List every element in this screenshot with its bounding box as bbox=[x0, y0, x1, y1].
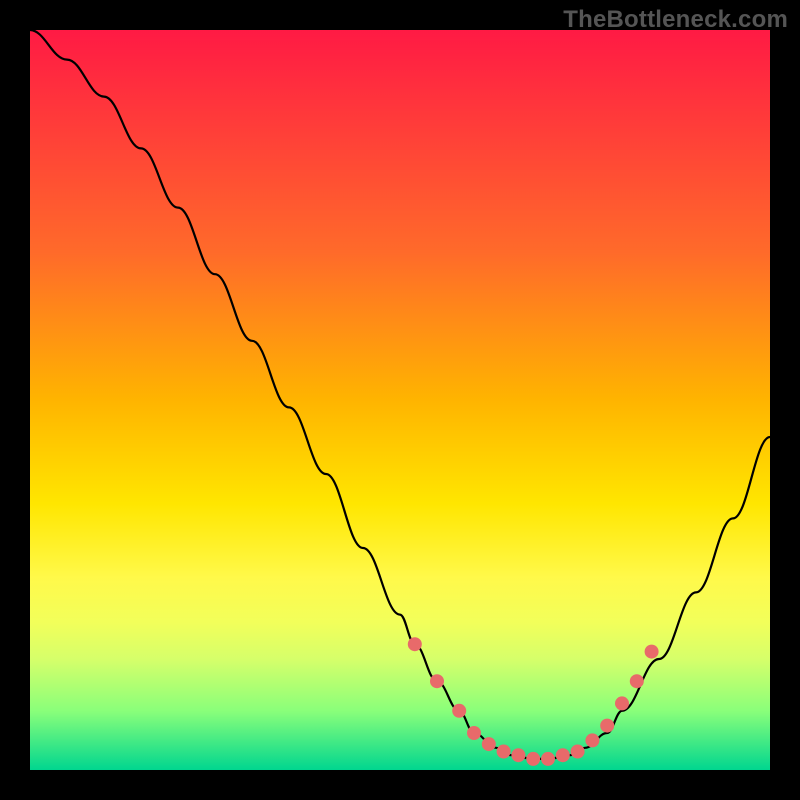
bottleneck-curve bbox=[30, 30, 770, 759]
highlight-marker bbox=[408, 637, 422, 651]
highlight-markers bbox=[408, 637, 659, 766]
highlight-marker bbox=[600, 719, 614, 733]
highlight-marker bbox=[497, 745, 511, 759]
highlight-marker bbox=[571, 745, 585, 759]
highlight-marker bbox=[645, 645, 659, 659]
highlight-marker bbox=[630, 674, 644, 688]
chart-container: TheBottleneck.com bbox=[0, 0, 800, 800]
highlight-marker bbox=[526, 752, 540, 766]
highlight-marker bbox=[430, 674, 444, 688]
highlight-marker bbox=[585, 733, 599, 747]
highlight-marker bbox=[615, 696, 629, 710]
highlight-marker bbox=[467, 726, 481, 740]
highlight-marker bbox=[511, 748, 525, 762]
curve-overlay bbox=[30, 30, 770, 770]
highlight-marker bbox=[556, 748, 570, 762]
highlight-marker bbox=[452, 704, 466, 718]
highlight-marker bbox=[541, 752, 555, 766]
highlight-marker bbox=[482, 737, 496, 751]
plot-area bbox=[30, 30, 770, 770]
